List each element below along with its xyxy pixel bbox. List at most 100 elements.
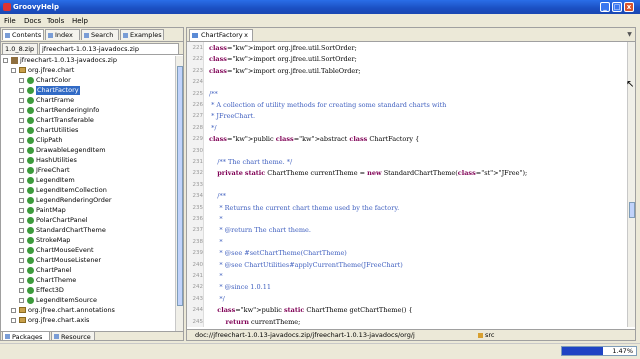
line-number: 224 — [192, 79, 204, 86]
tree-row-label: ChartRenderingInfo — [36, 106, 100, 114]
tree-expander-icon[interactable] — [3, 58, 8, 63]
examples-icon — [123, 33, 128, 38]
tree-expander-icon[interactable] — [19, 298, 24, 303]
editor-scroll-thumb[interactable] — [629, 202, 635, 218]
class-icon — [27, 267, 34, 274]
breadcrumb-src[interactable]: src — [477, 330, 495, 340]
line-number: 235 — [192, 204, 204, 211]
tree-expander-icon[interactable] — [19, 188, 24, 193]
source-code-view[interactable]: 221 class="kw">import org.jfree.util.Sort… — [187, 42, 627, 327]
tree-expander-icon[interactable] — [19, 268, 24, 273]
code-text: class="kw">import org.jfree.util.SortOrd… — [209, 44, 357, 52]
tree-row-label: ChartMouseListener — [36, 256, 102, 264]
status-progress-text: 1.47% — [612, 347, 633, 355]
tree-expander-icon[interactable] — [19, 138, 24, 143]
tree-expander-icon[interactable] — [19, 178, 24, 183]
tree-row-label: HashUtilities — [36, 156, 77, 164]
tree-expander-icon[interactable] — [19, 248, 24, 253]
archive-icon — [11, 57, 18, 64]
menu-help[interactable]: Help — [72, 17, 88, 25]
doc-tab-jfreechart[interactable]: jfreechart-1.0.13-javadocs.zip — [39, 43, 179, 54]
class-icon — [27, 177, 34, 184]
tree-expander-icon[interactable] — [11, 318, 16, 323]
class-icon — [27, 107, 34, 114]
tree-expander-icon[interactable] — [19, 158, 24, 163]
tab-list-dropdown-icon[interactable]: ▼ — [626, 31, 633, 38]
tree-row-label: ChartFrame — [36, 96, 75, 104]
tree-scroll-thumb[interactable] — [177, 66, 183, 306]
class-icon — [27, 77, 34, 84]
tree-row-label: ChartMouseEvent — [36, 246, 94, 254]
mouse-cursor-icon: ↖ — [626, 79, 635, 90]
bottom-tabs: Packages Resource — [1, 331, 183, 340]
line-number: 226 — [192, 102, 204, 108]
tab-resource[interactable]: Resource — [51, 332, 95, 340]
tree-row-label: LegendItem — [36, 176, 75, 184]
tree-row-label: jfreechart-1.0.13-javadocs.zip — [20, 56, 117, 64]
line-number: 236 — [192, 216, 204, 222]
navigation-tabs: Contents Index Search Examples — [1, 28, 183, 42]
tree-row-label: ClipPath — [36, 136, 63, 144]
class-icon — [27, 287, 34, 294]
class-icon — [27, 277, 34, 284]
index-icon — [48, 33, 53, 38]
tree-expander-icon[interactable] — [11, 308, 16, 313]
tree-row-label: ChartColor — [36, 76, 71, 84]
tree-expander-icon[interactable] — [19, 238, 24, 243]
tab-examples[interactable]: Examples — [120, 29, 164, 40]
code-text: /** — [209, 192, 226, 201]
tree-expander-icon[interactable] — [11, 68, 16, 73]
tree-expander-icon[interactable] — [19, 148, 24, 153]
tab-index[interactable]: Index — [45, 29, 80, 40]
code-text: class="kw">import org.jfree.util.TableOr… — [209, 66, 361, 75]
status-bar: 1.47% — [0, 343, 640, 359]
tree-expander-icon[interactable] — [19, 218, 24, 223]
close-button[interactable]: x — [624, 2, 634, 12]
line-number: 240 — [192, 261, 204, 268]
tree-expander-icon[interactable] — [19, 228, 24, 233]
window-title: GroovyHelp — [13, 3, 59, 11]
editor-tab-close-icon[interactable]: x — [244, 30, 248, 41]
class-icon — [27, 217, 34, 224]
class-icon — [27, 157, 34, 164]
menu-docs[interactable]: Docs — [24, 17, 41, 25]
class-icon — [27, 237, 34, 244]
editor-tab-chartfactory[interactable]: ChartFactory x — [189, 29, 253, 41]
tree-expander-icon[interactable] — [19, 78, 24, 83]
minimize-button[interactable]: _ — [600, 2, 610, 12]
tree-expander-icon[interactable] — [19, 198, 24, 203]
tree-scrollbar[interactable] — [175, 56, 183, 332]
tree-expander-icon[interactable] — [19, 208, 24, 213]
tree-expander-icon[interactable] — [19, 88, 24, 93]
line-number: 238 — [192, 238, 204, 245]
tree-expander-icon[interactable] — [19, 168, 24, 173]
tab-search[interactable]: Search — [81, 29, 119, 40]
tree-expander-icon[interactable] — [19, 288, 24, 293]
maximize-button[interactable]: □ — [612, 2, 622, 12]
line-number: 227 — [192, 113, 204, 120]
line-number: 234 — [192, 193, 204, 200]
menu-file[interactable]: File — [4, 17, 16, 25]
class-icon — [27, 87, 34, 94]
tab-contents[interactable]: Contents — [2, 29, 44, 40]
tree-expander-icon[interactable] — [19, 108, 24, 113]
tree-row-label: LegendRenderingOrder — [36, 196, 112, 204]
tab-packages[interactable]: Packages — [2, 332, 50, 340]
class-icon — [27, 127, 34, 134]
line-number: 229 — [192, 136, 204, 143]
line-number: 223 — [192, 67, 204, 74]
editor-panel: ChartFactory x ▼ 221 class="kw">import or… — [186, 27, 636, 341]
code-text: * A collection of utility methods for cr… — [209, 101, 447, 109]
tree-expander-icon[interactable] — [19, 98, 24, 103]
code-text: * Returns the current chart theme used b… — [209, 203, 400, 212]
tree-expander-icon[interactable] — [19, 118, 24, 123]
menu-tools[interactable]: Tools — [47, 17, 64, 25]
code-text: * — [209, 272, 223, 280]
tree-expander-icon[interactable] — [19, 278, 24, 283]
doc-tab-1[interactable]: 1.0_8.zip — [2, 43, 38, 54]
line-number: 239 — [192, 250, 204, 257]
tree-expander-icon[interactable] — [19, 128, 24, 133]
tree-expander-icon[interactable] — [19, 258, 24, 263]
code-text: * JFreeChart. — [209, 112, 256, 121]
breadcrumb-path[interactable]: doc://jfreechart-1.0.13-javadocs.zip/jfr… — [195, 330, 415, 340]
